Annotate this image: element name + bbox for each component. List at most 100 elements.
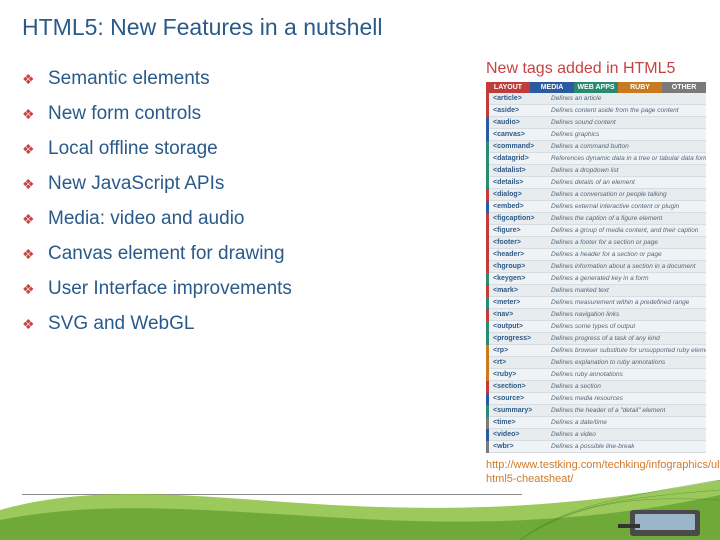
bullet-text: Media: video and audio — [48, 208, 244, 230]
tag-name: <canvas> — [489, 131, 551, 138]
tag-description: Defines media resources — [551, 395, 623, 402]
bullet-item: ❖User Interface improvements — [22, 278, 422, 300]
tag-name: <figcaption> — [489, 215, 551, 222]
tag-name: <output> — [489, 323, 551, 330]
tag-description: Defines a conversation or people talking — [551, 191, 667, 198]
tag-name: <audio> — [489, 119, 551, 126]
bullet-item: ❖Canvas element for drawing — [22, 243, 422, 265]
tag-description: Defines a video — [551, 431, 596, 438]
tag-name: <details> — [489, 179, 551, 186]
slide-title: HTML5: New Features in a nutshell — [22, 14, 383, 41]
tag-name: <video> — [489, 431, 551, 438]
tag-name: <meter> — [489, 299, 551, 306]
cheatsheet-row: <canvas>Defines graphics — [486, 129, 706, 141]
tag-description: Defines a possible line-break — [551, 443, 634, 450]
source-link[interactable]: http://www.testking.com/techking/infogra… — [486, 458, 716, 487]
tag-name: <footer> — [489, 239, 551, 246]
cheatsheet-row: <article>Defines an article — [486, 93, 706, 105]
cheatsheet-row: <datagrid>References dynamic data in a t… — [486, 153, 706, 165]
tag-description: Defines a command button — [551, 143, 629, 150]
cheatsheet-row: <footer>Defines a footer for a section o… — [486, 237, 706, 249]
cheatsheet-row: <embed>Defines external interactive cont… — [486, 201, 706, 213]
tag-description: Defines a header for a section or page — [551, 251, 662, 258]
tag-description: Defines a date/time — [551, 419, 607, 426]
cheatsheet-row: <audio>Defines sound content — [486, 117, 706, 129]
bullet-text: New form controls — [48, 103, 201, 125]
bullet-text: New JavaScript APIs — [48, 173, 224, 195]
tag-name: <nav> — [489, 311, 551, 318]
diamond-bullet-icon: ❖ — [22, 176, 48, 193]
bullet-item: ❖New JavaScript APIs — [22, 173, 422, 195]
tag-description: Defines a section — [551, 383, 601, 390]
tag-name: <rp> — [489, 347, 551, 354]
tag-name: <datalist> — [489, 167, 551, 174]
cheatsheet-row: <meter>Defines measurement within a pred… — [486, 297, 706, 309]
tag-name: <source> — [489, 395, 551, 402]
diamond-bullet-icon: ❖ — [22, 106, 48, 123]
tag-name: <article> — [489, 95, 551, 102]
tag-name: <ruby> — [489, 371, 551, 378]
tag-description: Defines explanation to ruby annotations — [551, 359, 665, 366]
cheatsheet-row: <video>Defines a video — [486, 429, 706, 441]
cheatsheet-row: <output>Defines some types of output — [486, 321, 706, 333]
cheatsheet-row: <details>Defines details of an element — [486, 177, 706, 189]
tag-description: Defines a generated key in a form — [551, 275, 649, 282]
tag-name: <aside> — [489, 107, 551, 114]
tag-name: <keygen> — [489, 275, 551, 282]
bullet-item: ❖Semantic elements — [22, 68, 422, 90]
tag-description: Defines a dropdown list — [551, 167, 619, 174]
tag-description: Defines graphics — [551, 131, 599, 138]
cheatsheet-row: <aside>Defines content aside from the pa… — [486, 105, 706, 117]
cheatsheet-row: <keygen>Defines a generated key in a for… — [486, 273, 706, 285]
tag-description: Defines a group of media content, and th… — [551, 227, 698, 234]
cheatsheet-row: <dialog>Defines a conversation or people… — [486, 189, 706, 201]
bullet-text: SVG and WebGL — [48, 313, 194, 335]
tag-description: Defines some types of output — [551, 323, 635, 330]
cheatsheet-row: <figcaption>Defines the caption of a fig… — [486, 213, 706, 225]
cheatsheet-row: <header>Defines a header for a section o… — [486, 249, 706, 261]
tag-name: <dialog> — [489, 191, 551, 198]
diamond-bullet-icon: ❖ — [22, 71, 48, 88]
tag-description: Defines ruby annotations — [551, 371, 623, 378]
bullet-text: User Interface improvements — [48, 278, 292, 300]
tag-name: <rt> — [489, 359, 551, 366]
cheatsheet-row: <time>Defines a date/time — [486, 417, 706, 429]
bullet-text: Canvas element for drawing — [48, 243, 285, 265]
cheatsheet-table: LAYOUTMEDIAWEB APPSRUBYOTHER <article>De… — [486, 82, 706, 453]
bullet-item: ❖SVG and WebGL — [22, 313, 422, 335]
bullet-text: Local offline storage — [48, 138, 218, 160]
diamond-bullet-icon: ❖ — [22, 246, 48, 263]
tag-description: Defines measurement within a predefined … — [551, 299, 689, 306]
bullet-item: ❖Local offline storage — [22, 138, 422, 160]
tag-description: Defines browser substitute for unsupport… — [551, 347, 706, 354]
tag-description: Defines progress of a task of any kind — [551, 335, 660, 342]
bullet-list: ❖Semantic elements❖New form controls❖Loc… — [22, 68, 422, 348]
cheatsheet-row: <source>Defines media resources — [486, 393, 706, 405]
tag-description: Defines a footer for a section or page — [551, 239, 658, 246]
tag-name: <embed> — [489, 203, 551, 210]
tag-description: Defines sound content — [551, 119, 616, 126]
cheatsheet-header-cell: LAYOUT — [486, 82, 530, 93]
diamond-bullet-icon: ❖ — [22, 211, 48, 228]
cheatsheet-header-cell: RUBY — [618, 82, 662, 93]
tag-name: <header> — [489, 251, 551, 258]
cheatsheet-row: <rt>Defines explanation to ruby annotati… — [486, 357, 706, 369]
tag-description: Defines marked text — [551, 287, 609, 294]
cheatsheet-row: <section>Defines a section — [486, 381, 706, 393]
tag-name: <summary> — [489, 407, 551, 414]
cheatsheet-row: <nav>Defines navigation links — [486, 309, 706, 321]
tag-description: Defines navigation links — [551, 311, 619, 318]
footer-rule — [22, 494, 522, 495]
tag-description: Defines external interactive content or … — [551, 203, 679, 210]
cheatsheet-row: <figure>Defines a group of media content… — [486, 225, 706, 237]
cheatsheet-header-cell: MEDIA — [530, 82, 574, 93]
diamond-bullet-icon: ❖ — [22, 141, 48, 158]
tag-name: <progress> — [489, 335, 551, 342]
tag-name: <datagrid> — [489, 155, 551, 162]
tag-description: Defines details of an element — [551, 179, 635, 186]
tag-name: <hgroup> — [489, 263, 551, 270]
diamond-bullet-icon: ❖ — [22, 281, 48, 298]
cheatsheet-row: <wbr>Defines a possible line-break — [486, 441, 706, 453]
cheatsheet-header: LAYOUTMEDIAWEB APPSRUBYOTHER — [486, 82, 706, 93]
sidebar-title: New tags added in HTML5 — [486, 60, 675, 78]
